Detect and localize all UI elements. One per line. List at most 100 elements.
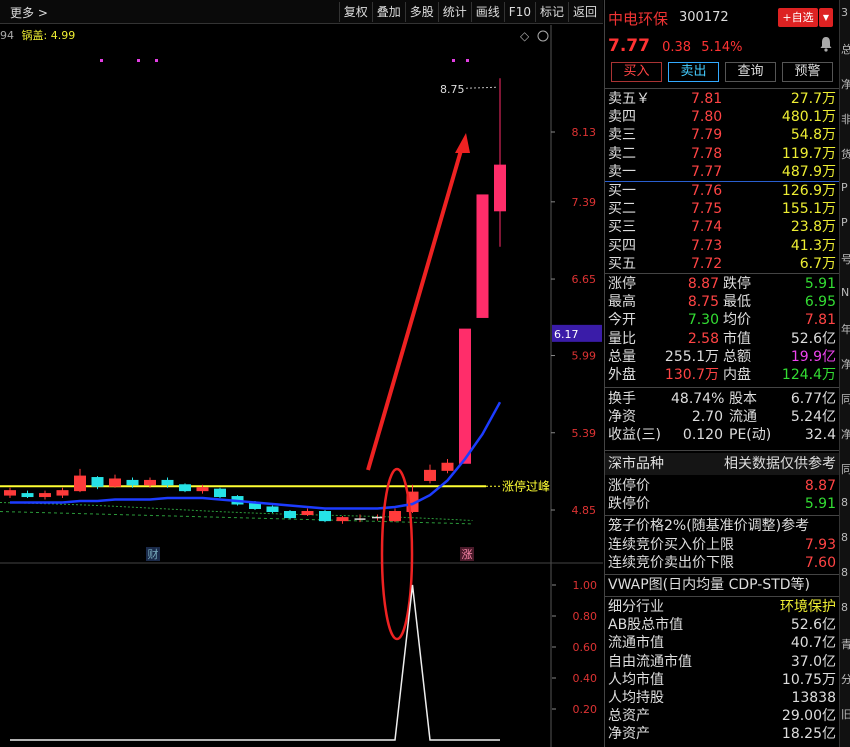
add-watchlist-button[interactable]: +自选 [778,8,818,27]
info-value: 18.25亿 [781,726,836,743]
stat-value: 2.70 [691,409,723,426]
bid-row[interactable]: 买四 7.73 41.3万 [605,237,840,255]
kline-chart[interactable]: ◇ 8.13 7.39 6.65 5.99 5.39 4.85 6.17 涨停过峰 8.75 财 涨 1… [0,25,603,747]
toolbar-button-4[interactable]: 画线 [470,2,504,22]
candle-body [39,493,51,498]
stat-value: 48.74% [671,391,725,407]
chevron-down-icon[interactable]: ▼ [819,8,833,27]
stat-value: 7.30 [687,312,719,329]
cage-price-list: 连续竞价买入价上限 7.93 连续竞价卖出价下限 7.60 [605,536,840,572]
edge-glyph: 3 [841,6,848,19]
trade-actions: 买入 卖出 查询 预警 [611,62,833,82]
toolbar-button-5[interactable]: F10 [503,2,535,22]
circle-icon[interactable] [537,30,549,42]
edge-glyph: 净 [841,428,850,441]
level-price: 7.81 [691,91,723,107]
edge-glyph: P [841,216,848,229]
info-value: 5.91 [804,496,836,513]
info-label: 连续竞价卖出价下限 [608,555,734,572]
info-row: 涨停价 8.87 [605,477,840,495]
divider [605,273,840,274]
toolbar-button-3[interactable]: 统计 [437,2,471,22]
stat-row: 今开 7.30 均价 7.81 [605,311,840,329]
divider [605,574,840,575]
level-volume: 23.8万 [790,219,836,236]
buy-button[interactable]: 买入 [611,62,662,82]
market-note: 相关数据仅供参考 [724,456,836,472]
vwap-header[interactable]: VWAP图(日内均量 CDP-STD等) [605,576,840,596]
collapsed-side-panel[interactable]: 3总净非货PP号N年净同净同8888青分旧 [839,0,850,747]
level-volume: 487.9万 [781,163,836,180]
toolbar-button-1[interactable]: 叠加 [371,2,405,22]
stat-value: 5.91 [804,276,836,292]
edge-glyph: 年 [841,323,850,336]
edge-glyph: 8 [841,601,848,614]
info-row: 人均市值 10.75万 [605,671,840,689]
price-line: 7.77 0.38 5.14% [608,36,838,58]
stat-label: 市值 [723,330,751,347]
candle-body [441,462,454,471]
info-row: 细分行业 环境保护 [605,598,840,616]
bell-icon[interactable] [819,36,833,52]
edge-glyph: 旧 [841,708,850,721]
toolbar-button-2[interactable]: 多股 [404,2,438,22]
guide-label: 涨停过峰 [502,478,550,493]
edge-glyph: 总 [841,43,850,56]
candle-body [266,506,279,513]
query-button[interactable]: 查询 [725,62,776,82]
info-value: 8.87 [804,478,836,494]
y-tick-label: 5.99 [572,350,597,363]
candle-body [126,479,139,486]
toolbar-button-0[interactable]: 复权 [338,2,372,22]
vwap-title[interactable]: VWAP图(日内均量 CDP-STD等) [608,576,810,594]
chart-canvas[interactable]: ◇ 8.13 7.39 6.65 5.99 5.39 4.85 6.17 涨停过峰 8.75 财 涨 1… [0,25,603,747]
signal-dot [466,59,469,62]
stat-value: 52.6亿 [790,330,836,347]
info-value: 37.0亿 [790,653,836,670]
info-value: 10.75万 [781,671,836,688]
info-label: 自由流通市值 [608,653,692,670]
edge-glyph: 货 [841,148,850,161]
stat-label: 内盘 [723,366,751,383]
ask-row[interactable]: 卖二 7.78 119.7万 [605,145,840,163]
legend-prefix: 94 [0,29,14,42]
trend-arrow-head [455,133,470,153]
ask-row[interactable]: 卖一 7.77 487.9万 [605,163,840,181]
candle-body [214,488,226,498]
stock-header: 中电环保 300172 +自选 ▼ [605,0,840,32]
ask-row[interactable]: 卖三 7.79 54.8万 [605,126,840,144]
indicator-tick-label: 0.60 [573,641,598,654]
bid-row[interactable]: 买三 7.74 23.8万 [605,218,840,236]
info-row: 人均持股 13838 [605,689,840,707]
stat-label: 净资 [608,409,636,426]
bid-row[interactable]: 买一 7.76 126.9万 [605,182,840,200]
alert-button[interactable]: 预警 [782,62,833,82]
info-value: 环境保护 [780,599,836,615]
info-row: 总资产 29.00亿 [605,707,840,725]
stock-code: 300172 [679,10,729,25]
bid-row[interactable]: 买五 7.72 6.7万 [605,255,840,273]
bid-row[interactable]: 买二 7.75 155.1万 [605,200,840,218]
ask-row[interactable]: 卖五￥ 7.81 27.7万 [605,90,840,108]
level-volume: 41.3万 [790,237,836,254]
stat-value: 5.24亿 [790,409,836,426]
toolbar-button-7[interactable]: 返回 [567,2,601,22]
sell-button[interactable]: 卖出 [668,62,719,82]
market-title: 深市品种 [608,456,664,472]
candle-body [144,479,156,486]
limit-price-list: 涨停价 8.87 跌停价 5.91 [605,477,840,513]
level-price: 7.79 [691,127,723,144]
market-section-header: 深市品种 相关数据仅供参考 [605,453,840,475]
ask-row[interactable]: 卖四 7.80 480.1万 [605,108,840,126]
stat-row: 净资 2.70 流通 5.24亿 [605,408,840,426]
stat-value: 8.75 [687,294,719,311]
level-price: 7.74 [691,219,723,236]
more-button[interactable]: 更多 > [10,4,48,21]
indicator-tick-label: 0.20 [573,703,598,716]
candle-body [74,475,86,492]
legend-value: 4.99 [50,29,76,42]
toolbar-button-6[interactable]: 标记 [534,2,568,22]
edge-glyph: 同 [841,393,850,406]
level-volume: 155.1万 [781,201,836,218]
level-volume: 126.9万 [781,183,836,199]
